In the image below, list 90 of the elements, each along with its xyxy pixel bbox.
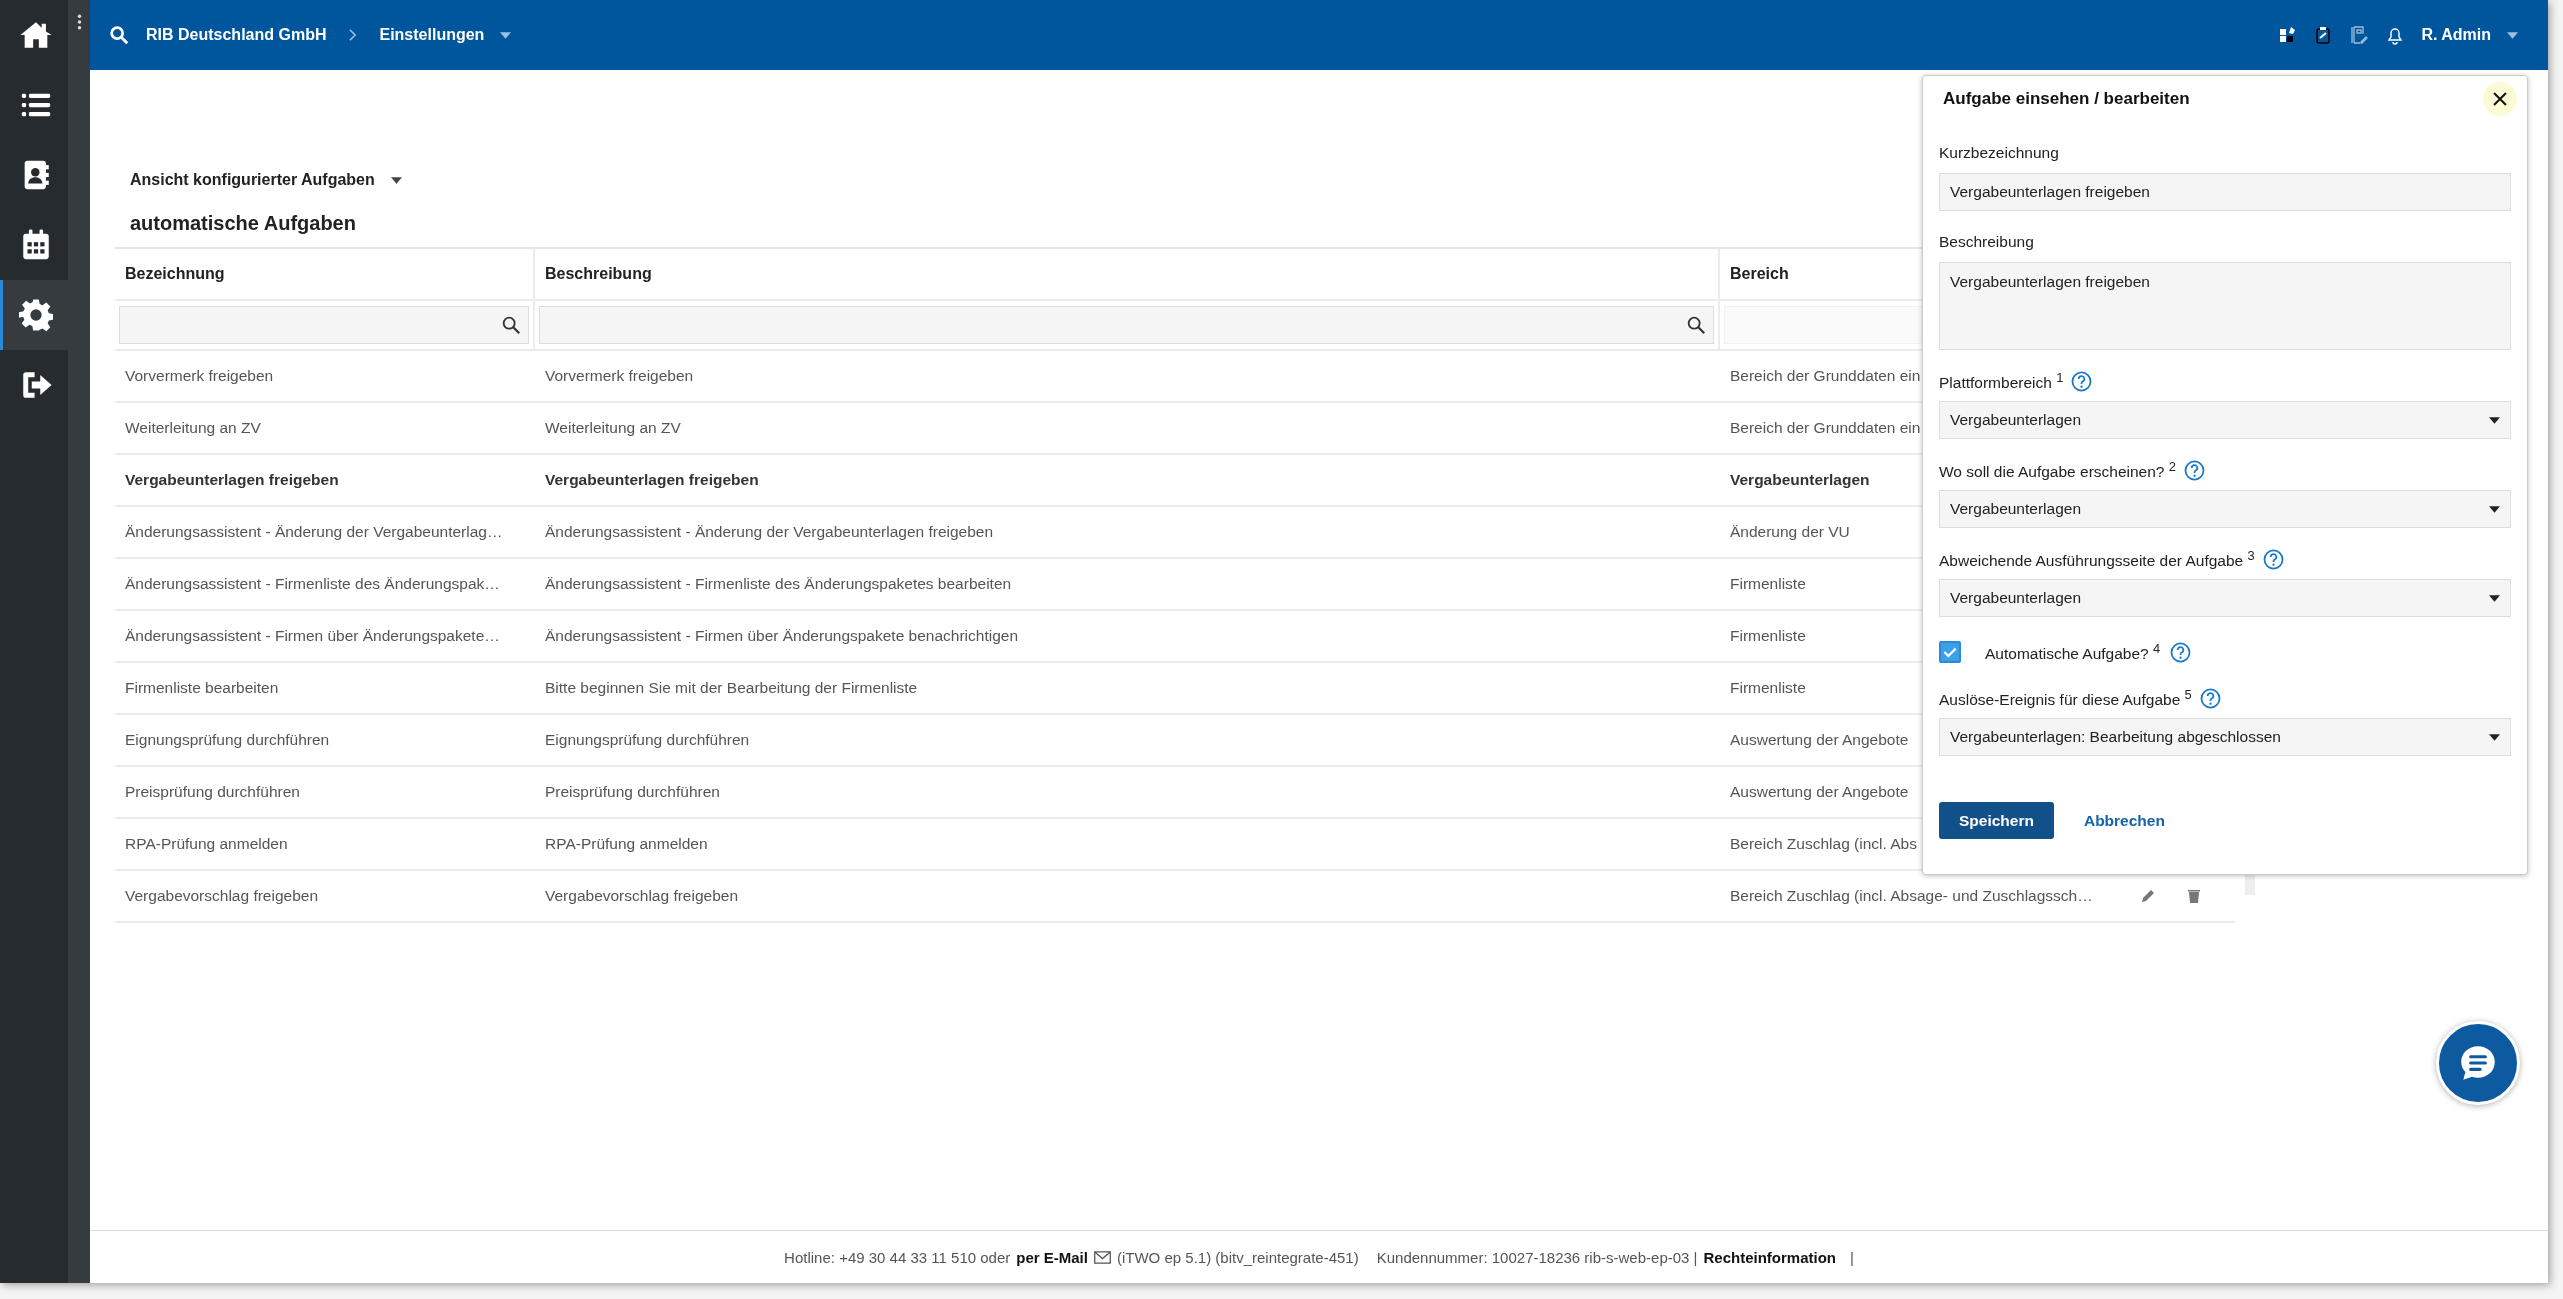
caret-icon xyxy=(2489,733,2500,741)
table-cell: Firmenliste xyxy=(1730,627,1806,645)
table-cell: Vorvermerk freigeben xyxy=(545,367,694,385)
field-label: Auslöse-Ereignis für diese Aufgabe $^{5}$ xyxy=(1939,686,2192,710)
table-cell: Firmenliste xyxy=(1730,679,1806,697)
separator: | xyxy=(1850,1248,1854,1266)
caret-icon[interactable] xyxy=(390,176,402,184)
help-icon[interactable] xyxy=(2170,641,2192,663)
version-text: (iTWO ep 5.1) (bitv_reintegrate-451) xyxy=(1116,1248,1359,1266)
trash-icon[interactable] xyxy=(2186,888,2202,904)
breadcrumb-link[interactable]: RIB Deutschland GmbH xyxy=(146,26,327,44)
table-cell: Bereich der Grunddaten ein xyxy=(1730,419,1921,437)
table-cell: Bereich der Grunddaten ein xyxy=(1730,367,1921,385)
table-cell: Vergabeunterlagen xyxy=(1730,471,1870,489)
table-cell: Bitte beginnen Sie mit der Bearbeitung der Firmenliste xyxy=(545,679,918,697)
search-icon[interactable] xyxy=(108,24,130,46)
table-cell: Vergabeunterlagen freigeben xyxy=(125,471,339,489)
more-icon[interactable] xyxy=(76,14,82,30)
table-cell: Änderungsassistent - Änderung der Vergabeunterlag… xyxy=(125,523,503,541)
chat-button[interactable] xyxy=(2436,1021,2520,1105)
table-cell: Preisprüfung durchführen xyxy=(125,783,300,801)
caret-icon xyxy=(2489,416,2500,424)
help-icon[interactable] xyxy=(2199,687,2221,709)
field-label: Abweichende Ausführungsseite der Aufgabe $^{3}$ xyxy=(1939,547,2255,571)
table-cell: Eignungsprüfung durchführen xyxy=(545,731,750,749)
table-cell: Änderungsassistent - Firmenliste des Änderungspak… xyxy=(125,575,500,593)
checkbox-label: Automatische Aufgabe? $^{4}$ xyxy=(1985,640,2161,664)
view-dropdown[interactable]: Ansicht konfigurierter Aufgaben xyxy=(130,171,375,189)
search-icon xyxy=(500,314,522,336)
checkbox[interactable] xyxy=(1939,641,1961,663)
table-cell: Änderungsassistent - Firmenliste des Änderungspaketes bearbeiten xyxy=(545,575,1012,593)
field-label: Wo soll die Aufgabe erscheinen? $^{2}$ xyxy=(1939,458,2176,482)
caret-icon xyxy=(2489,505,2500,513)
table-cell: Vorvermerk freigeben xyxy=(125,367,274,385)
text-field[interactable]: Vergabeunterlagen freigeben xyxy=(1939,173,2511,211)
save-button[interactable]: Speichern xyxy=(1939,802,2054,839)
table-cell: Weiterleitung an ZV xyxy=(545,419,681,437)
select-field[interactable]: Vergabeunterlagen xyxy=(1939,401,2511,439)
table-cell: RPA-Prüfung anmelden xyxy=(125,835,288,853)
envelope-icon xyxy=(1093,1250,1111,1264)
select-field[interactable]: Vergabeunterlagen xyxy=(1939,579,2511,617)
hotline-text: Hotline: +49 30 44 33 11 510 oder xyxy=(784,1248,1011,1266)
table-cell: Bereich Zuschlag (incl. Abs xyxy=(1730,835,1917,853)
settings-icon xyxy=(18,298,53,332)
section-title: automatische Aufgaben xyxy=(130,212,356,235)
table-cell: Weiterleitung an ZV xyxy=(125,419,261,437)
table-cell: Auswertung der Angebote xyxy=(1730,731,1909,749)
table-cell: Änderungsassistent - Firmen über Änderungspakete… xyxy=(125,627,500,645)
text-area[interactable]: Vergabeunterlagen freigeben xyxy=(1939,262,2511,350)
column-header[interactable]: Beschreibung xyxy=(535,249,1720,299)
notepad-icon[interactable] xyxy=(2349,25,2370,45)
table-cell: Änderung der VU xyxy=(1730,523,1850,541)
table-cell: Vergabevorschlag freigeben xyxy=(125,887,319,905)
help-icon[interactable] xyxy=(2184,459,2205,481)
table-cell: Bereich Zuschlag (incl. Absage- und Zuschlagssch… xyxy=(1730,887,2093,905)
field-label: Kurzbezeichnung xyxy=(1939,144,2059,162)
user-menu[interactable]: R. Admin xyxy=(2421,26,2491,44)
close-button[interactable] xyxy=(2483,82,2517,116)
field-label: Plattformbereich $^{1}$ xyxy=(1939,369,2064,393)
email-link[interactable]: per E-Mail xyxy=(1016,1248,1088,1266)
field-label: Beschreibung xyxy=(1939,233,2034,251)
table-cell: Preisprüfung durchführen xyxy=(545,783,720,801)
filter-field[interactable] xyxy=(119,306,529,344)
select-field[interactable]: Vergabeunterlagen: Bearbeitung abgeschlossen xyxy=(1939,718,2511,756)
sidebar-item[interactable] xyxy=(0,280,68,350)
shapes-icon[interactable] xyxy=(2277,25,2298,45)
column-header[interactable]: Bezeichnung xyxy=(115,249,535,299)
table-cell: Vergabeunterlagen freigeben xyxy=(545,471,759,489)
caret-icon xyxy=(2489,594,2500,602)
search-icon xyxy=(1685,314,1707,336)
help-icon[interactable] xyxy=(2071,370,2093,392)
table-cell: Eignungsprüfung durchführen xyxy=(125,731,330,749)
table-cell: Firmenliste xyxy=(1730,575,1806,593)
table-cell: Änderungsassistent - Änderung der Vergabeunterlagen freigeben xyxy=(545,523,994,541)
breadcrumb-link[interactable]: Einstellungen xyxy=(379,26,485,44)
table-cell: Änderungsassistent - Firmen über Änderungspakete benachrichtigen xyxy=(545,627,1019,645)
legal-link[interactable]: Rechteinformation xyxy=(1703,1248,1836,1266)
cancel-link[interactable]: Abbrechen xyxy=(2083,811,2165,830)
dialog-title: Aufgabe einsehen / bearbeiten xyxy=(1943,89,2190,109)
table-cell: Auswertung der Angebote xyxy=(1730,783,1909,801)
customer-number: Kundennummer: 10027-18236 rib-s-web-ep-03 | xyxy=(1376,1248,1698,1266)
help-icon[interactable] xyxy=(2262,548,2284,570)
table-cell: RPA-Prüfung anmelden xyxy=(545,835,708,853)
close-icon xyxy=(2492,91,2508,107)
table-cell: Vergabevorschlag freigeben xyxy=(545,887,739,905)
table-cell: Firmenliste bearbeiten xyxy=(125,679,279,697)
pencil-icon[interactable] xyxy=(2140,888,2156,904)
chevron-right-icon xyxy=(348,28,358,42)
select-field[interactable]: Vergabeunterlagen xyxy=(1939,490,2511,528)
filter-field[interactable] xyxy=(539,306,1714,344)
